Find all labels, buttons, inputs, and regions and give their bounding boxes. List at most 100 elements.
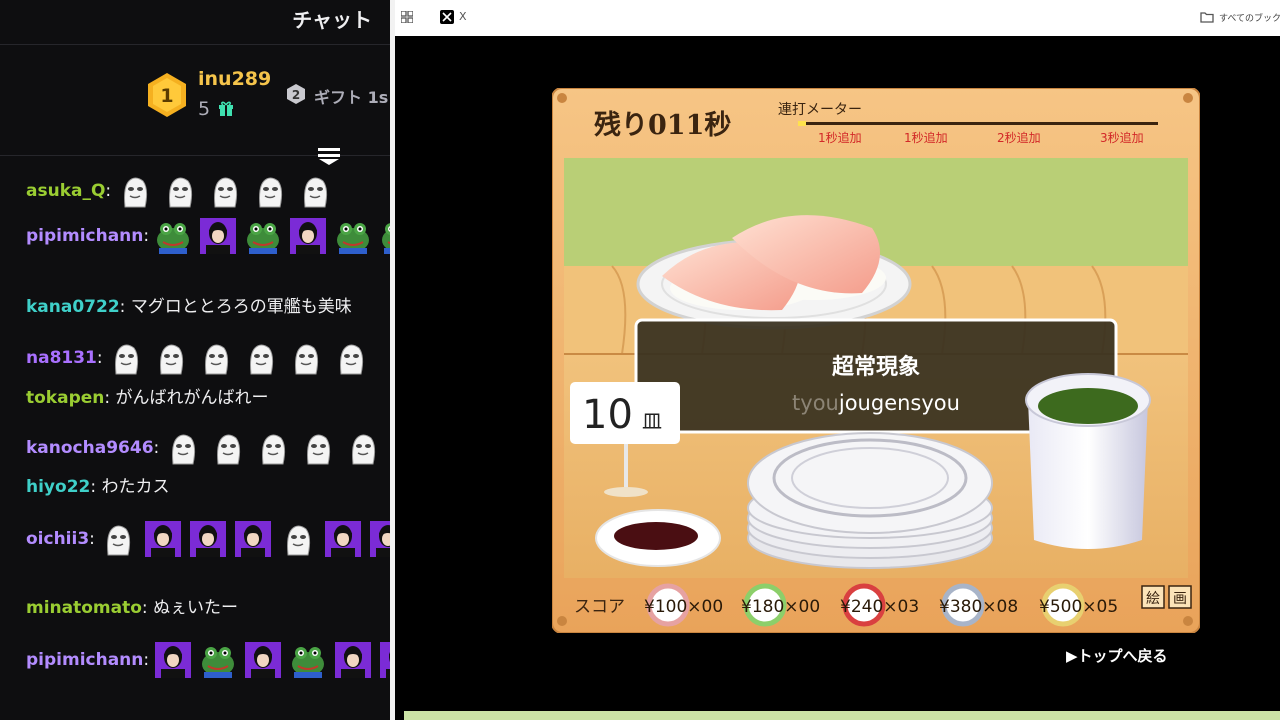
plate-unit: 皿 <box>642 409 662 433</box>
frog-emote-icon <box>290 642 326 678</box>
plate-price-count: ¥500×05 <box>1039 597 1118 617</box>
chat-message: kanocha9646: <box>26 430 390 466</box>
bookmark-bar <box>395 0 1280 36</box>
chat-username[interactable]: minatomato <box>26 598 142 618</box>
toggle-button-label: 画 <box>1173 591 1187 607</box>
chat-message: asuka_Q: <box>26 173 390 209</box>
chat-separator: : <box>153 438 165 458</box>
meter-label: 連打メーター <box>778 101 862 118</box>
remaining-romaji: jougensyou <box>838 391 960 415</box>
panel-divider <box>390 0 395 720</box>
chat-panel: チャット 1 inu289 5 2 ギフト 1s asuka_Q: pipimi… <box>0 0 390 720</box>
all-bookmarks-label[interactable]: すべてのブックマ <box>1219 11 1280 24</box>
frog-emote-icon <box>335 218 371 254</box>
chat-separator: : <box>105 181 117 201</box>
plate-price-count: ¥100×00 <box>644 597 723 617</box>
leaderboard-second-text: ギフト 1s <box>314 88 389 107</box>
ghost-emote-icon <box>252 173 288 209</box>
person-emote-icon <box>289 218 326 254</box>
chat-message: kana0722: マグロととろろの軍艦も美味 <box>26 296 390 318</box>
frog-emote-icon <box>200 642 236 678</box>
person-emote-icon <box>370 521 390 557</box>
time-remaining: 残り011秒 <box>594 110 731 141</box>
plate-price-count: ¥240×03 <box>840 597 919 617</box>
chat-separator: : <box>143 226 155 246</box>
chat-message-text: わたカス <box>101 477 170 497</box>
ghost-emote-icon <box>297 173 333 209</box>
chat-username[interactable]: tokapen <box>26 388 104 408</box>
frog-emote-icon <box>155 218 191 254</box>
x-logo-icon[interactable] <box>440 10 454 24</box>
meter-step-label: 2秒追加 <box>997 130 1041 145</box>
chat-message: pipimichann: <box>26 642 390 678</box>
person-emote-icon <box>154 642 191 678</box>
ghost-emote-icon <box>207 173 243 209</box>
person-emote-icon <box>379 642 390 678</box>
divider <box>0 44 390 45</box>
chat-message: tokapen: がんばれがんばれー <box>26 387 390 409</box>
frog-emote-icon <box>245 218 281 254</box>
chat-message: minatomato: ぬぇいたー <box>26 597 390 619</box>
next-page-preview <box>404 711 1280 720</box>
chat-message: na8131: <box>26 340 390 376</box>
chat-separator: : <box>89 529 101 549</box>
combo-meter-bar <box>798 122 1158 125</box>
ghost-emote-icon <box>100 521 136 557</box>
ghost-emote-icon <box>333 340 369 376</box>
empty-plate-stack <box>747 432 993 569</box>
leaderboard-first-count: 5 <box>198 98 211 120</box>
bookmark-x-label[interactable]: X <box>459 10 467 23</box>
ghost-emote-icon <box>288 340 324 376</box>
chat-username[interactable]: na8131 <box>26 348 97 368</box>
chat-title: チャット <box>292 8 372 32</box>
chat-username[interactable]: kanocha9646 <box>26 438 154 458</box>
chat-separator: : <box>96 348 109 368</box>
chat-username[interactable]: pipimichann <box>26 650 143 670</box>
toggle-button-label: 絵 <box>1146 591 1160 607</box>
person-emote-icon <box>145 521 182 557</box>
typed-romaji: tyou <box>792 391 839 415</box>
chat-username[interactable]: kana0722 <box>26 297 120 317</box>
chat-username[interactable]: asuka_Q <box>26 181 105 201</box>
person-emote-icon <box>334 642 371 678</box>
meter-step-label: 1秒追加 <box>904 130 948 145</box>
ghost-emote-icon <box>300 430 336 466</box>
ghost-emote-icon <box>210 430 246 466</box>
ghost-emote-icon <box>345 430 381 466</box>
combo-meter-fill <box>798 121 806 126</box>
chat-message-text: マグロととろろの軍艦も美味 <box>130 297 352 317</box>
ghost-emote-icon <box>153 340 189 376</box>
plate-count: 10 <box>582 392 633 438</box>
chat-separator: : <box>119 297 131 317</box>
sushi-typing-game[interactable]: 残り011秒 連打メーター 1秒追加 1秒追加 2秒追加 3秒追加 超常現象 tyou… <box>552 88 1200 633</box>
chat-username[interactable]: pipimichann <box>26 226 143 246</box>
rank-1-badge-icon: 1 <box>148 73 186 117</box>
chat-message-text: ぬぇいたー <box>153 598 239 618</box>
rank-2-number: 2 <box>292 88 300 102</box>
scroll-to-bottom-icon[interactable] <box>317 146 341 166</box>
ghost-emote-icon <box>280 521 316 557</box>
green-tea-cup <box>1025 373 1151 549</box>
back-to-top-link[interactable]: ▶トップへ戻る <box>1066 645 1168 666</box>
person-emote-icon <box>199 218 236 254</box>
plate-price-count: ¥180×00 <box>741 597 820 617</box>
chat-username[interactable]: hiyo22 <box>26 477 90 497</box>
meter-step-label: 1秒追加 <box>818 130 862 145</box>
tab-grid-icon[interactable] <box>401 11 413 23</box>
chat-message: oichii3: <box>26 521 390 557</box>
chat-message: pipimichann: <box>26 218 390 254</box>
folder-icon[interactable] <box>1200 11 1214 23</box>
ghost-emote-icon <box>108 340 144 376</box>
person-emote-icon <box>325 521 362 557</box>
ghost-emote-icon <box>255 430 291 466</box>
chat-separator: : <box>104 388 116 408</box>
romaji-typing: tyoujougensyou <box>792 391 960 415</box>
person-emote-icon <box>235 521 272 557</box>
frog-emote-icon <box>380 218 390 254</box>
meter-step-label: 3秒追加 <box>1100 130 1144 145</box>
plate-price-count: ¥380×08 <box>939 597 1018 617</box>
leaderboard-first-name[interactable]: inu289 <box>198 68 271 90</box>
ghost-emote-icon <box>162 173 198 209</box>
chat-message-text: がんばれがんばれー <box>115 388 269 408</box>
chat-username[interactable]: oichii3 <box>26 529 89 549</box>
